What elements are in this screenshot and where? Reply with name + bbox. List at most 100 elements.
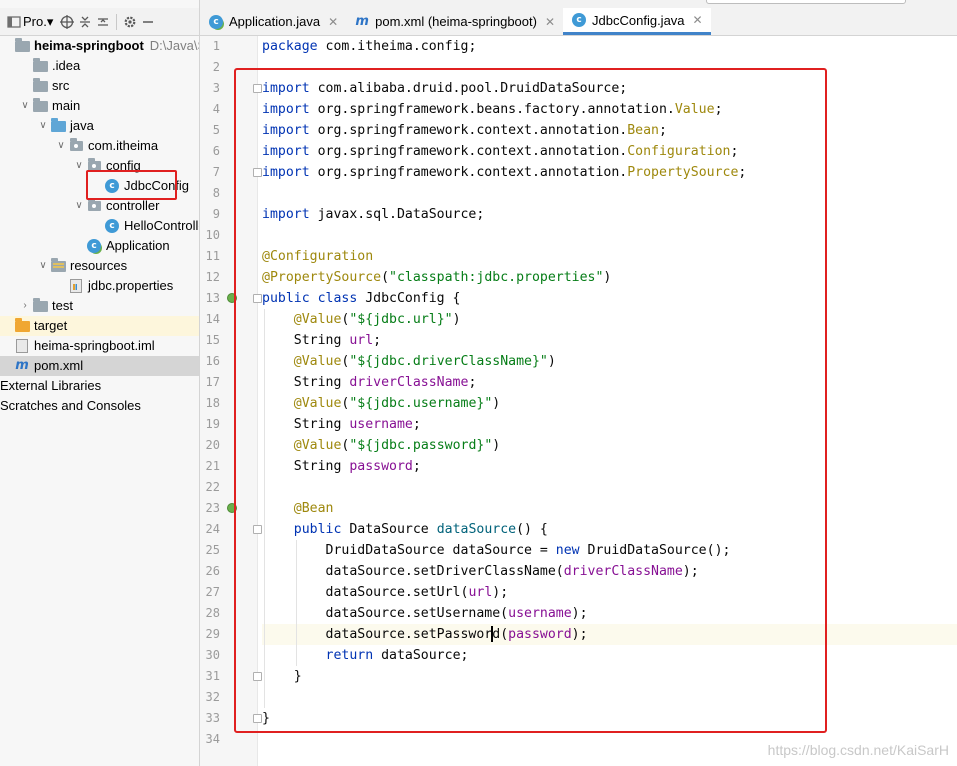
search-hint-box[interactable] [706,0,906,4]
code-token: com.itheima.config; [325,39,477,54]
tree-item-test[interactable]: › test [0,296,199,316]
properties-file-icon-glyph [70,279,82,293]
spring-boot-class-icon: c [208,14,224,30]
tree-item-label: Application [106,238,170,253]
chevron-down-icon[interactable]: ∨ [18,96,32,116]
chevron-down-icon[interactable]: ∨ [36,116,50,136]
highlight-box-code [234,68,827,733]
java-class-icon: c [104,218,120,234]
line-number: 28 [205,606,220,620]
resources-folder-icon [50,257,66,274]
tree-item-label: heima-springboot.iml [34,338,155,353]
tree-item-com-itheima[interactable]: ∨ com.itheima [0,136,199,156]
java-class-icon-glyph: c [572,13,587,27]
code-token: package [262,39,326,54]
tree-item-src[interactable]: src [0,76,199,96]
code-editor[interactable]: 1 2 3 4 5 6 7 8 9 10 11 12 13 14 15 16 17 18 19 20 21 22 23 24 2… [200,36,957,766]
folder-icon-glyph [32,297,48,312]
tree-item-label: Scratches and Consoles [0,398,141,413]
line-number: 5 [212,123,220,137]
tree-item-label: pom.xml [34,358,84,373]
close-icon[interactable]: ✕ [545,15,555,29]
minimize-icon[interactable] [139,13,157,31]
line-number: 22 [205,480,220,494]
highlight-box-jdbcconfig [86,170,177,200]
tree-item-label: heima-springboot [34,38,144,53]
line-number: 21 [205,459,220,473]
tree-item-scratches-and-consoles[interactable]: Scratches and Consoles [0,396,199,416]
folder-icon-glyph [32,77,48,92]
line-number: 25 [205,543,220,557]
tree-item-heima-springboot-iml[interactable]: heima-springboot.iml [0,336,199,356]
line-number: 29 [205,627,220,641]
line-number: 13 [205,291,220,305]
tree-item-hellocontroller[interactable]: c HelloController [0,216,199,236]
tree-item-label: java [70,118,94,133]
tree-item-java[interactable]: ∨ java [0,116,199,136]
close-icon[interactable]: ✕ [328,15,338,29]
excluded-folder-icon-glyph [14,317,30,332]
close-icon[interactable]: ✕ [693,13,703,27]
spring-boot-class-icon: c [86,238,102,254]
line-number: 7 [212,165,220,179]
tree-item-label: src [52,78,70,93]
source-folder-icon [50,117,66,134]
line-number: 11 [205,249,220,263]
project-view-selector[interactable]: Pro.▾ [0,11,58,33]
maven-icon-glyph: m [15,358,29,373]
chevron-right-icon[interactable]: › [18,296,32,316]
properties-file-icon [68,278,84,294]
line-number: 27 [205,585,220,599]
editor-tab-bar: c Application.java ✕ m pom.xml (heima-spring… [200,8,957,36]
line-number: 17 [205,375,220,389]
package-icon [68,138,84,154]
project-panel: Pro.▾ heima-springboot D:\Java\Spring .ide… [0,0,200,766]
tree-item-label: target [34,318,68,333]
line-number: 31 [205,669,220,683]
tree-item-pom-xml[interactable]: m pom.xml [0,356,199,376]
line-number: 6 [212,144,220,158]
tree-item-path-hint: D:\Java\Spring [149,38,199,53]
package-icon-glyph [69,138,83,151]
line-number: 33 [205,711,220,725]
line-number: 9 [212,207,220,221]
chevron-down-icon[interactable]: ∨ [72,156,86,176]
tree-item-idea[interactable]: .idea [0,56,199,76]
tab-label: JdbcConfig.java [592,12,685,28]
watermark: https://blog.csdn.net/KaiSarH [767,742,949,758]
maven-icon: m [14,358,30,374]
line-number: 3 [212,81,220,95]
line-number: 12 [205,270,220,284]
iml-file-icon [14,338,30,354]
tree-item-main[interactable]: ∨ main [0,96,199,116]
chevron-down-icon[interactable]: ∨ [72,196,86,216]
chevron-down-icon[interactable]: ∨ [54,136,68,156]
tree-item-label: com.itheima [88,138,159,153]
tab-application-java[interactable]: c Application.java ✕ [200,8,346,35]
tab-pom-xml-heima-springboot[interactable]: m pom.xml (heima-springboot) ✕ [346,8,563,35]
tab-label: Application.java [229,14,321,29]
tree-item-label: resources [70,258,128,273]
chevron-down-icon[interactable]: ∨ [36,256,50,276]
collapse-icon[interactable] [76,13,94,31]
project-view-icon [5,13,23,31]
tree-item-external-libraries[interactable]: External Libraries [0,376,199,396]
resources-folder-icon-glyph [50,257,66,272]
tree-item-label: main [52,98,81,113]
gear-icon[interactable] [121,13,139,31]
tree-item-resources[interactable]: ∨ resources [0,256,199,276]
globe-icon[interactable] [58,13,76,31]
tree-item-jdbc-properties[interactable]: jdbc.properties [0,276,199,296]
folder-icon [32,297,48,314]
line-number: 2 [212,60,220,74]
project-view-label: Pro.▾ [23,13,54,29]
line-number: 10 [205,228,220,242]
tree-item-target[interactable]: target [0,316,199,336]
code-line[interactable]: package com.itheima.config; [262,36,476,57]
tree-item-application[interactable]: c Application [0,236,199,256]
tree-item-heima-springboot[interactable]: heima-springboot D:\Java\Spring [0,36,199,56]
tree-item-label: External Libraries [0,378,102,393]
tab-jdbcconfig-java[interactable]: c JdbcConfig.java ✕ [563,8,711,35]
line-number: 16 [205,354,220,368]
expand-icon[interactable] [94,13,112,31]
